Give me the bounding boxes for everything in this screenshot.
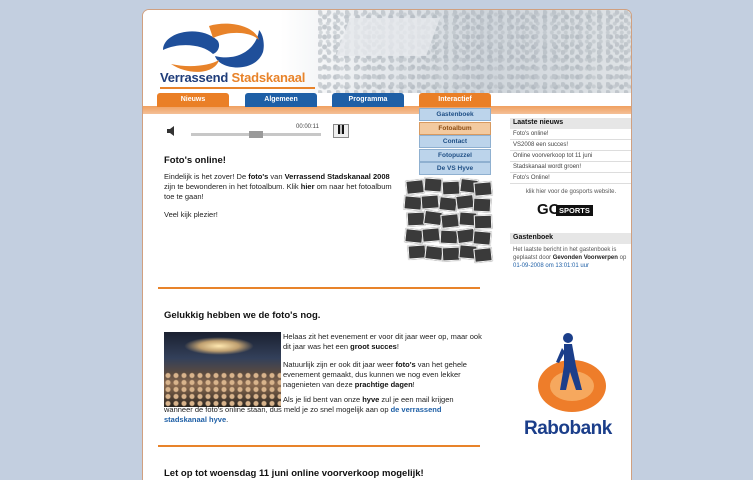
- article-closing-1: Veel kijk plezier!: [164, 210, 218, 219]
- gosports-logo[interactable]: GO SPORTS: [537, 201, 605, 219]
- tab-programma[interactable]: Programma: [332, 93, 404, 107]
- article-divider: [158, 445, 480, 447]
- article-para-2c: Als je lid bent van onze hyve zul je een…: [164, 395, 484, 425]
- text: Eindelijk is het zover! De: [164, 172, 249, 181]
- audio-progress-knob[interactable]: [249, 131, 263, 138]
- site-logo-text[interactable]: Verrassend Stadskanaal: [160, 70, 305, 85]
- text-bold: foto's: [248, 172, 269, 181]
- tab-nieuws[interactable]: Nieuws: [157, 93, 229, 107]
- article-para-2a: Helaas zit het evenement er voor dit jaa…: [283, 332, 483, 352]
- text: op: [617, 255, 627, 261]
- news-item[interactable]: Stadskanaal wordt groen!: [510, 162, 631, 173]
- logo-underline: [160, 87, 315, 89]
- audio-progress-track[interactable]: [191, 131, 321, 138]
- article-para-2b: Natuurlijk zijn er ook dit jaar weer fot…: [283, 360, 483, 390]
- speaker-icon[interactable]: [167, 126, 176, 136]
- logo-part2: Stadskanaal: [231, 70, 306, 85]
- text: .: [226, 415, 229, 424]
- text: Als je lid bent van onze: [283, 395, 363, 404]
- text-bold: hyve: [362, 395, 380, 404]
- text-bold: prachtige dagen: [354, 380, 413, 389]
- photo-collage[interactable]: [403, 177, 493, 268]
- submenu-fotopuzzel[interactable]: Fotopuzzel: [419, 148, 491, 162]
- news-item[interactable]: Foto's online!: [510, 129, 631, 140]
- text-bold: Verrassend Stadskanaal 2008: [284, 172, 390, 181]
- text: Natuurlijk zijn er ook dit jaar weer: [283, 360, 396, 369]
- article-title-2: Gelukkig hebben we de foto's nog.: [164, 310, 321, 321]
- text: van: [268, 172, 285, 181]
- rabobank-text: Rabobank: [524, 418, 612, 439]
- gosports-logo-sports: SPORTS: [556, 205, 593, 216]
- submenu-gastenboek[interactable]: Gastenboek: [419, 108, 491, 121]
- audio-time: 00:00:11: [296, 124, 319, 130]
- article-body-1: Eindelijk is het zover! De foto's van Ve…: [164, 172, 394, 202]
- page-container: Verrassend Stadskanaal Nieuws Algemeen P…: [142, 9, 632, 480]
- fotoalbum-link[interactable]: hier: [301, 182, 315, 191]
- stage-photo: [336, 18, 440, 56]
- article-divider: [158, 287, 480, 289]
- guestbook-author[interactable]: Gevonden Voorwerpen: [553, 255, 618, 261]
- header-banner: Verrassend Stadskanaal: [143, 10, 631, 93]
- sidebar: Laatste nieuws Foto's online! VS2008 een…: [510, 118, 631, 272]
- submenu-fotoalbum[interactable]: Fotoalbum: [419, 121, 491, 135]
- tab-algemeen[interactable]: Algemeen: [245, 93, 317, 107]
- main-nav: Nieuws Algemeen Programma Interactief: [143, 93, 631, 115]
- rabobank-logo-icon: [538, 333, 606, 412]
- latest-news-heading: Laatste nieuws: [510, 118, 631, 129]
- tab-interactief[interactable]: Interactief: [419, 93, 491, 107]
- article-title-1: Foto's online!: [164, 155, 226, 166]
- rabobank-sponsor[interactable]: Rabobank: [510, 328, 631, 448]
- guestbook-heading: Gastenboek: [510, 233, 631, 244]
- pause-button[interactable]: [333, 124, 349, 138]
- text: !: [412, 380, 415, 389]
- submenu-contact[interactable]: Contact: [419, 135, 491, 148]
- audio-player: 00:00:11: [163, 124, 353, 138]
- news-item[interactable]: Foto's Online!: [510, 173, 631, 184]
- news-item[interactable]: Online voorverkoop tot 11 juni: [510, 151, 631, 162]
- text-bold: foto's: [395, 360, 416, 369]
- interactief-submenu: Gastenboek Fotoalbum Contact Fotopuzzel …: [419, 108, 491, 176]
- submenu-vs-hyve[interactable]: De VS Hyve: [419, 162, 491, 175]
- guestbook-date-link[interactable]: 01-09-2008 om 13:01:01 uur: [513, 263, 589, 269]
- news-item[interactable]: VS2008 een succes!: [510, 140, 631, 151]
- nav-bar: [143, 106, 631, 114]
- article-title-3: Let op tot woensdag 11 juni online voorv…: [164, 468, 424, 479]
- text: zijn te bewonderen in het fotoalbum. Kli…: [164, 182, 301, 191]
- text: !: [396, 342, 399, 351]
- pause-icon: [338, 125, 344, 134]
- gosports-caption[interactable]: klik hier voor de gosports website.: [510, 188, 631, 196]
- guestbook-summary: Het laatste bericht in het gastenboek is…: [510, 244, 631, 272]
- logo-part1: Verrassend: [160, 70, 229, 85]
- text-bold: groot succes: [350, 342, 397, 351]
